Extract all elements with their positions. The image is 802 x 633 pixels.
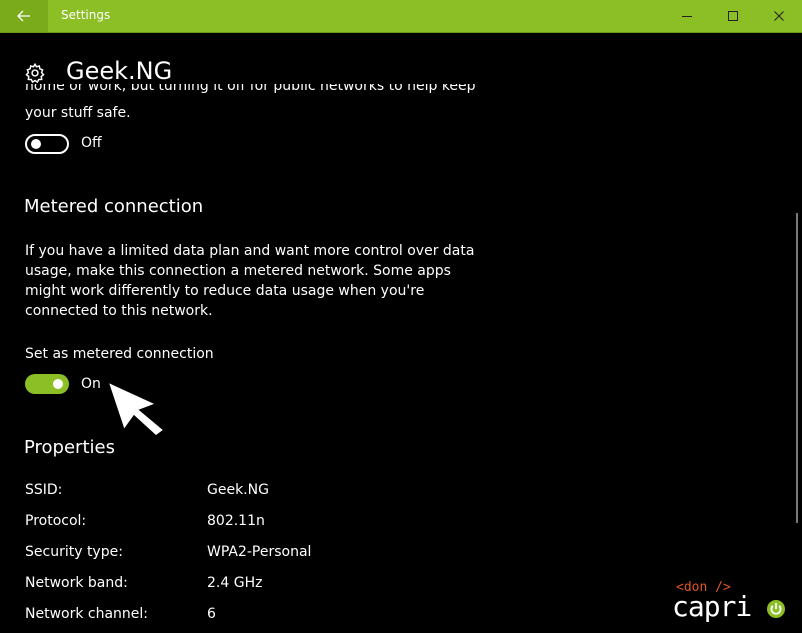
maximize-icon xyxy=(728,11,738,21)
metered-description: If you have a limited data plan and want… xyxy=(25,243,475,319)
prop-label-network-band: Network band: xyxy=(25,575,128,591)
gear-icon xyxy=(25,62,45,84)
description-tail: your stuff safe. xyxy=(25,105,131,121)
clipped-description-line: home or work, but turning it off for pub… xyxy=(25,84,485,102)
watermark-name: capri xyxy=(672,590,752,623)
network-discoverable-toggle[interactable] xyxy=(25,134,69,154)
close-icon xyxy=(774,11,784,21)
prop-value-protocol: 802.11n xyxy=(207,513,265,529)
watermark-logo: <don /> capri xyxy=(668,578,792,630)
prop-label-ssid: SSID: xyxy=(25,482,63,498)
back-button[interactable] xyxy=(0,0,48,32)
properties-heading: Properties xyxy=(24,437,115,458)
metered-heading: Metered connection xyxy=(24,196,204,217)
title-bar: Settings xyxy=(0,0,802,33)
prop-value-ssid: Geek.NG xyxy=(207,482,269,498)
mouse-pointer-icon xyxy=(106,380,166,436)
minimize-button[interactable] xyxy=(664,0,710,32)
metered-toggle-state: On xyxy=(81,376,101,392)
prop-value-network-band: 2.4 GHz xyxy=(207,575,263,591)
back-arrow-icon xyxy=(17,10,30,22)
page-title: Geek.NG xyxy=(66,57,173,85)
prop-label-protocol: Protocol: xyxy=(25,513,87,529)
metered-connection-toggle[interactable] xyxy=(25,374,69,394)
scrollbar-thumb[interactable] xyxy=(796,213,798,523)
settings-window: Settings Geek.NG home or work, but turni… xyxy=(0,0,802,633)
metered-setting-label: Set as metered connection xyxy=(25,346,214,362)
maximize-button[interactable] xyxy=(710,0,756,32)
prop-label-network-channel: Network channel: xyxy=(25,606,149,622)
prop-value-security-type: WPA2-Personal xyxy=(207,544,312,560)
prop-label-security-type: Security type: xyxy=(25,544,123,560)
window-title: Settings xyxy=(61,8,111,22)
toggle-knob xyxy=(31,139,41,149)
network-discoverable-state: Off xyxy=(81,135,102,151)
toggle-knob xyxy=(53,379,63,389)
minimize-icon xyxy=(682,16,692,17)
power-icon xyxy=(767,600,785,618)
close-button[interactable] xyxy=(756,0,802,32)
partial-description-text: home or work, but turning it off for pub… xyxy=(25,84,476,94)
prop-value-network-channel: 6 xyxy=(207,606,216,622)
